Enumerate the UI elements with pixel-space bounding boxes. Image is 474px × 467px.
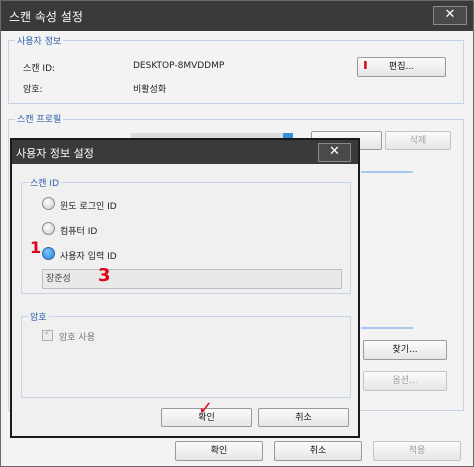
scan-id-value: DESKTOP-8MVDDMP bbox=[133, 61, 225, 71]
annotation-check-icon: ✓ bbox=[198, 398, 214, 419]
password-group bbox=[21, 316, 351, 398]
main-titlebar[interactable]: 스캔 속성 설정 ✕ bbox=[1, 1, 473, 31]
user-info-settings-dialog: 사용자 정보 설정 ✕ 스캔 ID 윈도 로그인 ID 컴퓨터 ID 사용자 입… bbox=[10, 138, 360, 438]
password-label: 암호: bbox=[23, 85, 43, 95]
scan-profile-group-title: 스캔 프로필 bbox=[15, 112, 64, 125]
delete-button[interactable]: 삭제 bbox=[385, 131, 451, 150]
dialog-titlebar[interactable]: 사용자 정보 설정 ✕ bbox=[12, 140, 358, 164]
radio-label: 사용자 입력 ID bbox=[60, 252, 117, 262]
close-icon: ✕ bbox=[329, 144, 340, 159]
radio-button[interactable] bbox=[42, 222, 55, 235]
close-icon: ✕ bbox=[444, 7, 456, 22]
find-button[interactable]: 찾기... bbox=[363, 340, 447, 360]
dialog-title: 사용자 정보 설정 bbox=[16, 147, 94, 160]
password-value: 비활성화 bbox=[133, 85, 167, 95]
scan-id-label: 스캔 ID: bbox=[23, 64, 56, 74]
edit-button[interactable]: 편집... bbox=[357, 57, 446, 77]
user-info-group-title: 사용자 정보 bbox=[15, 34, 64, 47]
main-cancel-button[interactable]: 취소 bbox=[274, 441, 362, 461]
radio-label: 윈도 로그인 ID bbox=[60, 202, 117, 212]
annotation-mark-field: 3 bbox=[98, 265, 111, 286]
use-password-label: 암호 사용 bbox=[59, 333, 95, 343]
user-input-id-field[interactable]: 장준성 bbox=[42, 269, 342, 289]
main-ok-button[interactable]: 확인 bbox=[175, 441, 263, 461]
profile-list-line bbox=[361, 171, 413, 173]
annotation-mark-radio: 1 bbox=[30, 238, 42, 257]
profile-list-line-lower bbox=[361, 327, 413, 329]
apply-button[interactable]: 적용 bbox=[373, 441, 461, 461]
radio-button[interactable] bbox=[42, 197, 55, 210]
annotation-mark-edit: ı bbox=[363, 57, 368, 73]
main-close-button[interactable]: ✕ bbox=[433, 6, 467, 25]
scan-id-group-title: 스캔 ID bbox=[28, 176, 62, 189]
use-password-checkbox[interactable] bbox=[42, 328, 53, 341]
radio-label: 컴퓨터 ID bbox=[60, 227, 98, 237]
main-window-title: 스캔 속성 설정 bbox=[9, 10, 83, 24]
dialog-close-button[interactable]: ✕ bbox=[318, 143, 351, 162]
radio-button-selected[interactable] bbox=[42, 247, 55, 260]
password-group-title: 암호 bbox=[28, 310, 49, 323]
dialog-cancel-button[interactable]: 취소 bbox=[258, 408, 349, 427]
options-button[interactable]: 옵션... bbox=[363, 371, 447, 391]
